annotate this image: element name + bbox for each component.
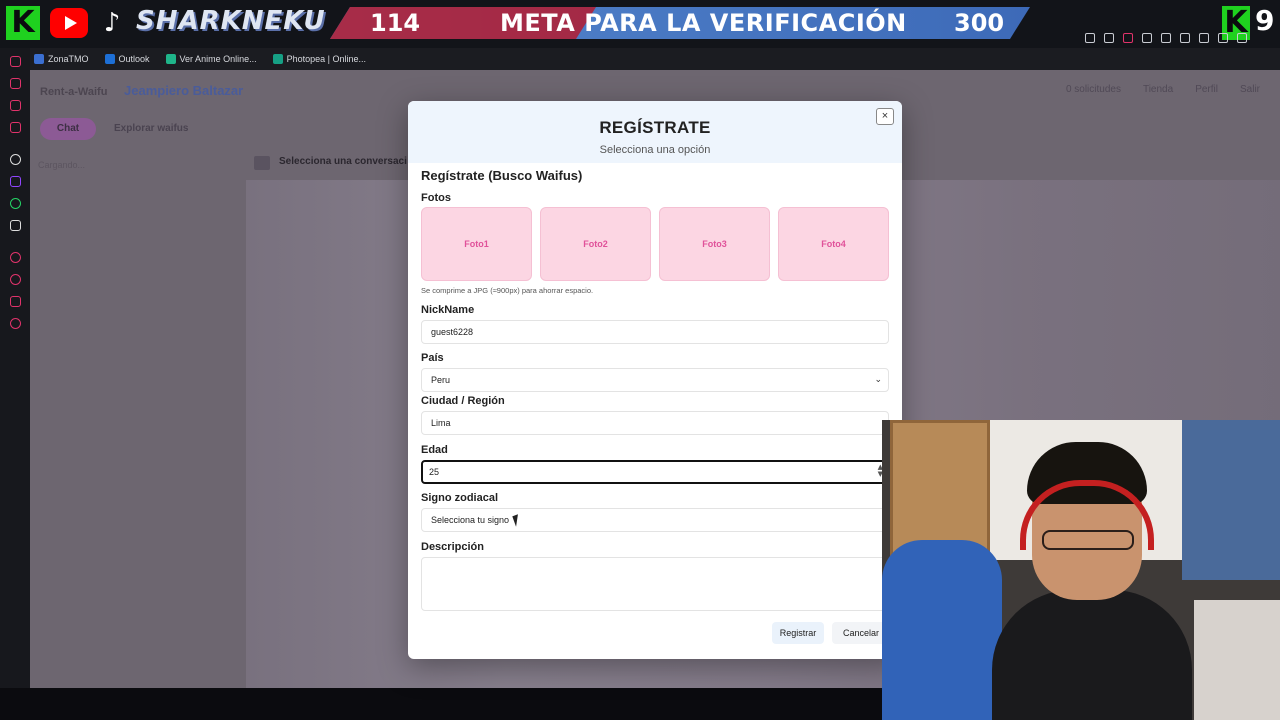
photos-hint: Se comprime a JPG (≈900px) para ahorrar …	[421, 286, 594, 295]
bag-icon[interactable]	[10, 78, 21, 89]
clock-icon[interactable]	[10, 274, 21, 285]
bookmark-label: Photopea | Online...	[286, 54, 366, 64]
country-select[interactable]: Peru ⌄	[421, 368, 889, 392]
whatsapp-icon[interactable]	[10, 198, 21, 209]
download-icon[interactable]	[1218, 33, 1228, 43]
photos-grid: Foto1 Foto2 Foto3 Foto4	[421, 207, 889, 281]
music-icon[interactable]	[10, 252, 21, 263]
bookmarks-bar: ZonaTMO Outlook Ver Anime Online... Photope…	[30, 48, 1280, 70]
top-nav-item[interactable]: 0 solicitudes	[1066, 84, 1121, 95]
app-user: Jeampiero Baltazar	[124, 83, 244, 98]
description-label: Descripción	[421, 541, 484, 553]
tiktok-icon: ♪	[103, 8, 121, 38]
bookmark-item[interactable]: Photopea | Online...	[272, 54, 366, 64]
browser-sidebar	[0, 48, 30, 720]
bookmark-label: Outlook	[118, 54, 150, 64]
bookmark-label: Ver Anime Online...	[179, 54, 257, 64]
register-button[interactable]: Registrar	[772, 622, 824, 644]
goal-current: 114	[370, 9, 421, 37]
register-modal: REGÍSTRATE Selecciona una opción × Regís…	[408, 101, 902, 659]
top-nav-item[interactable]: Perfil	[1195, 84, 1218, 95]
goal-text: META PARA LA VERIFICACIÓN	[500, 9, 907, 37]
extensions-icon[interactable]	[1199, 33, 1209, 43]
webcam-person-body	[992, 590, 1192, 720]
tab-explore[interactable]: Explorar waifus	[114, 123, 188, 134]
zodiac-select[interactable]: Selecciona tu signo	[421, 508, 889, 532]
modal-title: REGÍSTRATE	[599, 118, 711, 137]
tab-chat[interactable]: Chat	[40, 118, 96, 140]
age-label: Edad	[421, 444, 448, 456]
loading-text: Cargando...	[38, 160, 86, 170]
bookmark-favicon-icon	[104, 54, 115, 64]
top-nav-item[interactable]: Tienda	[1143, 84, 1173, 95]
webcam-clothes	[1194, 600, 1280, 720]
heart-icon[interactable]	[1161, 33, 1171, 43]
age-value: 25	[429, 467, 440, 477]
city-label: Ciudad / Región	[421, 395, 505, 407]
kick-logo-icon: K	[6, 6, 40, 40]
history-icon[interactable]	[10, 56, 21, 67]
modal-subtitle: Selecciona una opción	[599, 144, 711, 156]
bookmark-favicon-icon	[34, 54, 44, 64]
photo-slot[interactable]: Foto2	[540, 207, 651, 281]
zodiac-label: Signo zodiacal	[421, 492, 499, 504]
photo-slot[interactable]: Foto3	[659, 207, 770, 281]
x-icon[interactable]	[10, 220, 21, 231]
play-icon[interactable]	[1142, 33, 1152, 43]
youtube-icon	[50, 8, 88, 38]
photo-slot[interactable]: Foto4	[778, 207, 889, 281]
bookmark-icon[interactable]	[1085, 33, 1095, 43]
city-input[interactable]: Lima	[421, 411, 889, 435]
share-icon[interactable]	[1180, 33, 1190, 43]
messages-icon[interactable]	[10, 100, 21, 111]
age-input[interactable]: 25 ▲ ▼	[421, 460, 889, 484]
menu-icon[interactable]	[1237, 33, 1247, 43]
photos-label: Fotos	[421, 192, 451, 204]
glasses-icon	[1042, 530, 1134, 550]
webcam-blanket	[882, 540, 1002, 720]
top-nav-item[interactable]: Salir	[1240, 84, 1260, 95]
top-nav: 0 solicitudes Tienda Perfil Salir	[1066, 84, 1260, 95]
chevron-down-icon: ⌄	[874, 375, 882, 385]
bookmark-label: ZonaTMO	[48, 54, 89, 64]
bookmark-favicon-icon	[165, 54, 176, 64]
bookmark-item[interactable]: Ver Anime Online...	[165, 54, 257, 64]
browser-toolbar	[1085, 28, 1280, 48]
section-title: Regístrate (Busco Waifus)	[421, 168, 583, 183]
country-label: País	[421, 352, 444, 364]
country-value: Peru	[431, 375, 451, 385]
settings-icon[interactable]	[10, 318, 21, 329]
app-name: Rent-a-Waifu	[40, 86, 108, 98]
bookmark-item[interactable]: Outlook	[104, 54, 150, 64]
screenshot-icon[interactable]	[1104, 33, 1114, 43]
chatgpt-icon[interactable]	[10, 154, 21, 165]
streamer-brand: SHARKNEKU	[136, 6, 326, 36]
tag-icon[interactable]	[10, 296, 21, 307]
back-icon[interactable]	[254, 156, 270, 170]
news-icon[interactable]	[10, 122, 21, 133]
description-textarea[interactable]	[421, 557, 889, 611]
shield-icon[interactable]	[1123, 33, 1133, 43]
photo-slot[interactable]: Foto1	[421, 207, 532, 281]
bookmark-item[interactable]: ZonaTMO	[34, 54, 89, 64]
conversation-hint: Selecciona una conversaci	[279, 156, 407, 167]
nickname-input[interactable]: guest6228	[421, 320, 889, 344]
stream-banner: K ♪ SHARKNEKU 114 META PARA LA VERIFICAC…	[0, 0, 1280, 48]
webcam-cabinet	[1182, 420, 1280, 580]
goal-target: 300	[954, 9, 1005, 37]
webcam-overlay	[882, 420, 1280, 720]
nickname-label: NickName	[421, 304, 475, 316]
close-icon[interactable]: ×	[876, 108, 894, 125]
twitch-icon[interactable]	[10, 176, 21, 187]
bookmark-favicon-icon	[272, 54, 283, 64]
